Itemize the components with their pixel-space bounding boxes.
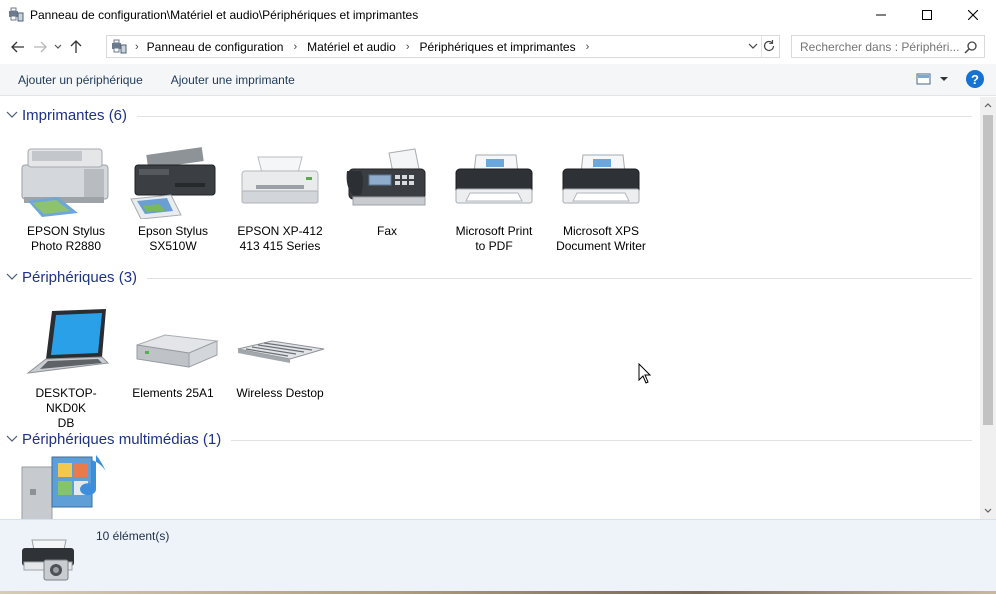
search-icon[interactable] [964,40,978,54]
refresh-icon[interactable] [762,39,776,53]
device-label: to PDF [475,239,513,253]
device-item[interactable]: Microsoft XPS Document Writer [551,139,651,254]
device-label: Fax [376,224,397,238]
command-bar: Ajouter un périphérique Ajouter une impr… [0,64,996,96]
device-item[interactable]: Fax [337,139,437,239]
keyboard-icon [237,340,325,363]
group-title: Périphériques (3) [22,268,138,286]
device-label: Photo R2880 [30,239,102,253]
chevron-down-icon [984,508,992,513]
group-printers-header[interactable]: Imprimantes (6) [0,104,972,126]
add-printer-button[interactable]: Ajouter une imprimante [157,64,309,96]
breadcrumb-separator[interactable]: › [398,41,418,53]
address-bar[interactable]: › Panneau de configuration › Matériel et… [106,35,780,58]
chevron-down-icon[interactable] [6,273,18,281]
printer-icon [241,156,319,204]
virtual-printer-icon [455,154,533,204]
device-label: DESKTOP-NKD0K [35,386,97,415]
devices-printers-icon [9,7,24,22]
navigation-bar: › Panneau de configuration › Matériel et… [0,32,996,62]
maximize-icon [922,10,932,20]
recent-locations-button[interactable] [51,35,65,59]
device-label: SX510W [149,239,197,253]
chevron-down-icon[interactable] [6,111,18,119]
control-panel-icon [112,39,127,53]
vertical-scrollbar[interactable] [980,97,996,519]
group-divider [147,277,972,279]
scrollbar-thumb[interactable] [983,115,993,425]
media-device-icon [21,455,106,519]
title-bar: Panneau de configuration\Matériel et aud… [0,0,996,30]
scroll-up-button[interactable] [980,97,996,113]
photo-printer-icon [21,148,109,217]
device-item[interactable]: Wireless Destop [230,301,330,401]
item-count: 10 élément(s) [96,529,170,543]
device-item[interactable]: Elements 25A1 [123,301,223,401]
group-divider [231,439,972,441]
device-item[interactable] [16,453,116,519]
up-button[interactable] [65,35,87,59]
device-label: Elements 25A1 [132,386,214,400]
search-box[interactable] [791,35,985,58]
back-button[interactable] [7,35,29,59]
device-item[interactable]: Epson Stylus SX510W [123,139,223,254]
breadcrumb-devices-printers[interactable]: Périphériques et imprimantes [418,40,578,54]
device-item[interactable]: Microsoft Print to PDF [444,139,544,254]
device-label: EPSON Stylus [26,224,106,238]
minimize-button[interactable] [858,0,904,30]
device-label: Microsoft XPS [562,224,640,238]
device-label: Wireless Destop [236,386,324,400]
group-multimedia-header[interactable]: Périphériques multimédias (1) [0,428,972,450]
fax-icon [346,148,426,206]
breadcrumb-control-panel[interactable]: Panneau de configuration [145,40,286,54]
breadcrumb-separator[interactable]: › [133,41,145,53]
breadcrumb-separator[interactable]: › [285,41,305,53]
laptop-icon [26,309,110,374]
arrow-right-icon [34,41,47,53]
add-device-button[interactable]: Ajouter un périphérique [0,64,157,96]
device-label: Microsoft Print [455,224,533,238]
chevron-down-icon[interactable] [6,435,18,443]
chevron-down-icon [54,44,62,49]
external-drive-icon [136,334,219,368]
mouse-cursor-icon [638,363,652,384]
view-options-icon[interactable] [916,72,948,86]
group-devices-header[interactable]: Périphériques (3) [0,266,972,288]
close-icon [968,10,978,20]
minimize-icon [876,14,886,16]
device-label: Document Writer [556,239,646,253]
group-title: Périphériques multimédias (1) [22,430,222,448]
group-divider [137,115,972,117]
breadcrumb-hardware-sound[interactable]: Matériel et audio [305,40,398,54]
inkjet-printer-icon [130,147,216,219]
devices-view: Imprimantes (6) EPSON StylusPhoto R2880 [0,97,980,519]
device-item[interactable]: EPSON XP-412 413 415 Series [230,139,330,254]
forward-button[interactable] [29,35,51,59]
arrow-left-icon [11,41,24,53]
device-item[interactable]: EPSON Stylus Photo R2880 [16,139,116,254]
device-label: Epson Stylus [137,224,209,238]
window-title: Panneau de configuration\Matériel et aud… [30,8,419,22]
arrow-up-icon [70,40,82,53]
close-button[interactable] [950,0,996,30]
help-button[interactable]: ? [966,70,984,88]
device-label: EPSON XP-412 [237,224,323,238]
virtual-printer-icon [562,154,640,204]
search-input[interactable] [800,39,960,54]
group-title: Imprimantes (6) [22,106,128,124]
device-item[interactable]: DESKTOP-NKD0K DB [16,301,116,431]
device-label: 413 415 Series [239,239,321,253]
chevron-up-icon [984,103,992,108]
maximize-button[interactable] [904,0,950,30]
scroll-down-button[interactable] [980,503,996,519]
breadcrumb-separator[interactable]: › [578,41,598,53]
details-pane: 10 élément(s) [0,519,996,591]
address-dropdown-icon[interactable] [747,39,759,53]
devices-printers-icon [22,539,74,581]
